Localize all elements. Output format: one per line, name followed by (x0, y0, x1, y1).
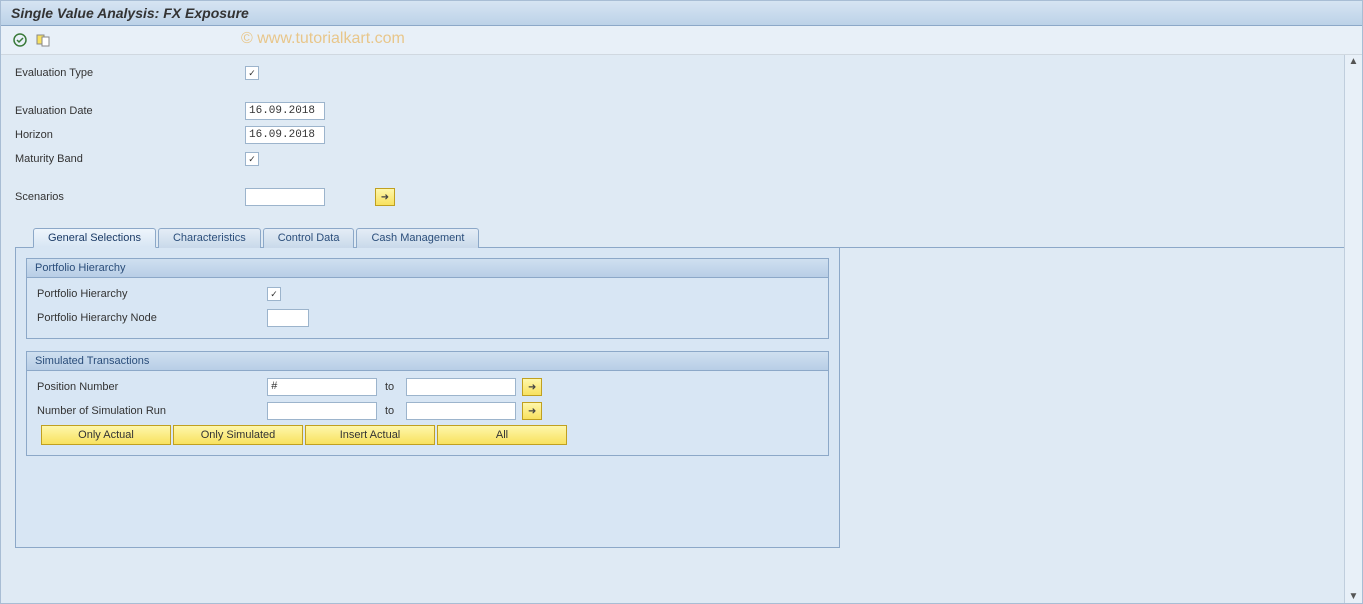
tab-cash-management[interactable]: Cash Management (356, 228, 479, 248)
watermark: © www.tutorialkart.com (241, 30, 405, 48)
simulated-transactions-group: Simulated Transactions Position Number t… (26, 351, 829, 456)
scroll-up-icon[interactable]: ▲ (1347, 55, 1361, 68)
scenarios-multi-icon[interactable]: ➜ (375, 188, 395, 206)
portfolio-hierarchy-group: Portfolio Hierarchy Portfolio Hierarchy … (26, 258, 829, 339)
window-title: Single Value Analysis: FX Exposure (1, 1, 1362, 26)
evaluation-type-checkbox[interactable]: ✓ (245, 66, 259, 80)
scenarios-label: Scenarios (15, 191, 245, 203)
only-simulated-button[interactable]: Only Simulated (173, 425, 303, 445)
simulated-transactions-title: Simulated Transactions (27, 352, 828, 371)
variant-icon[interactable] (35, 31, 53, 49)
evaluation-date-input[interactable] (245, 102, 325, 120)
portfolio-hierarchy-node-input[interactable] (267, 309, 309, 327)
content-area: Evaluation Type ✓ Evaluation Date Horizo… (1, 55, 1362, 603)
execute-icon[interactable] (11, 31, 29, 49)
maturity-band-label: Maturity Band (15, 153, 245, 165)
tab-control-data[interactable]: Control Data (263, 228, 355, 248)
only-actual-button[interactable]: Only Actual (41, 425, 171, 445)
portfolio-hierarchy-node-label: Portfolio Hierarchy Node (37, 312, 267, 324)
main-window: Single Value Analysis: FX Exposure © www… (0, 0, 1363, 604)
simulation-run-to-label: to (385, 405, 394, 417)
tab-panel-general: Portfolio Hierarchy Portfolio Hierarchy … (15, 248, 840, 548)
vertical-scrollbar[interactable]: ▲ ▼ (1344, 55, 1362, 603)
evaluation-date-label: Evaluation Date (15, 105, 245, 117)
scroll-down-icon[interactable]: ▼ (1347, 590, 1361, 603)
position-number-multi-icon[interactable]: ➜ (522, 378, 542, 396)
position-number-from-input[interactable] (267, 378, 377, 396)
simulation-run-from-input[interactable] (267, 402, 377, 420)
all-button[interactable]: All (437, 425, 567, 445)
tabstrip: General Selections Characteristics Contr… (15, 227, 1348, 248)
simulation-run-multi-icon[interactable]: ➜ (522, 402, 542, 420)
portfolio-hierarchy-checkbox[interactable]: ✓ (267, 287, 281, 301)
horizon-label: Horizon (15, 129, 245, 141)
position-number-label: Position Number (37, 381, 267, 393)
maturity-band-checkbox[interactable]: ✓ (245, 152, 259, 166)
tab-general-selections[interactable]: General Selections (33, 228, 156, 248)
evaluation-type-label: Evaluation Type (15, 67, 245, 79)
horizon-input[interactable] (245, 126, 325, 144)
portfolio-hierarchy-title: Portfolio Hierarchy (27, 259, 828, 278)
position-number-to-label: to (385, 381, 394, 393)
portfolio-hierarchy-label: Portfolio Hierarchy (37, 288, 267, 300)
simulation-run-label: Number of Simulation Run (37, 405, 267, 417)
simulation-run-to-input[interactable] (406, 402, 516, 420)
toolbar: © www.tutorialkart.com (1, 26, 1362, 55)
insert-actual-button[interactable]: Insert Actual (305, 425, 435, 445)
position-number-to-input[interactable] (406, 378, 516, 396)
scenarios-input[interactable] (245, 188, 325, 206)
tab-characteristics[interactable]: Characteristics (158, 228, 261, 248)
